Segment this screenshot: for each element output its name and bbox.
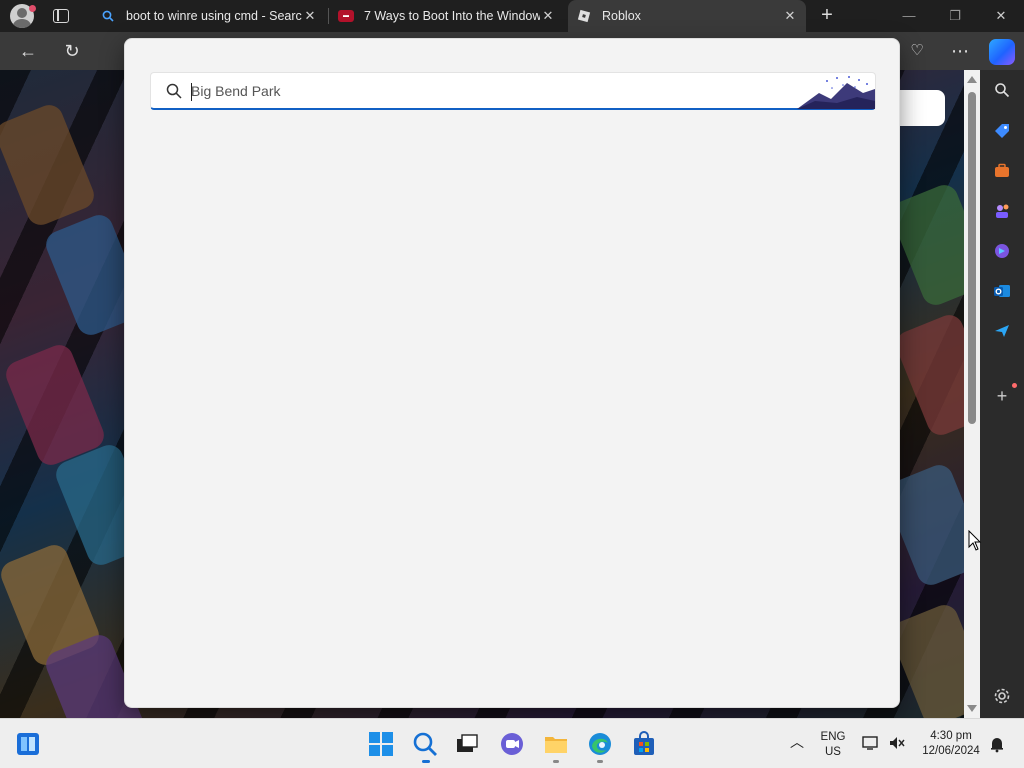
windows-search-flyout	[124, 38, 900, 708]
more-options-icon[interactable]: ⋯	[946, 37, 974, 65]
send-icon[interactable]	[992, 322, 1012, 342]
scroll-up-arrow-icon[interactable]	[967, 76, 977, 83]
language-label: ENG	[820, 731, 846, 743]
network-icon[interactable]	[862, 735, 880, 756]
input-language[interactable]: ENG US	[816, 730, 850, 760]
search-icon	[166, 83, 182, 99]
task-view-icon[interactable]	[454, 731, 480, 757]
search-box[interactable]	[150, 72, 876, 110]
file-explorer-icon[interactable]	[543, 731, 569, 757]
taskbar: ︿ ENG US 4:30 pm 12/06/2024	[0, 718, 1024, 768]
running-indicator	[597, 760, 603, 763]
tab-title: Roblox	[602, 9, 641, 23]
scroll-thumb[interactable]	[968, 92, 976, 424]
copilot-sidebar-icon[interactable]	[992, 242, 1012, 262]
notifications-bell-icon[interactable]	[988, 735, 1006, 758]
tab-actions-icon[interactable]	[53, 9, 69, 23]
edge-icon[interactable]	[587, 731, 613, 757]
profile-notification-dot	[29, 5, 36, 12]
tools-briefcase-icon[interactable]	[992, 162, 1012, 182]
page-scrollbar[interactable]	[964, 70, 980, 718]
widgets-icon[interactable]	[16, 732, 40, 756]
clock-date: 12/06/2024	[922, 745, 980, 757]
refresh-icon[interactable]: ↻	[58, 37, 86, 65]
new-tab-button[interactable]: +	[815, 4, 839, 28]
active-indicator	[422, 760, 430, 763]
close-window-button[interactable]: ✕	[978, 0, 1024, 32]
games-icon[interactable]	[992, 202, 1012, 222]
tab-article[interactable]: ▬ 7 Ways to Boot Into the Windows ✕	[330, 0, 564, 32]
back-icon[interactable]: ←	[14, 37, 42, 65]
sidebar-search-icon[interactable]	[992, 82, 1012, 102]
sidebar-settings-icon[interactable]	[992, 687, 1012, 707]
tab-separator	[328, 8, 329, 24]
store-icon[interactable]	[631, 731, 657, 757]
shopping-tag-icon[interactable]	[992, 122, 1012, 142]
add-sidebar-icon[interactable]: +	[992, 386, 1012, 406]
browser-essentials-icon[interactable]: ♡	[903, 37, 931, 65]
clock[interactable]: 4:30 pm 12/06/2024	[916, 729, 986, 759]
site-icon: ▬	[338, 10, 354, 22]
tab-title: 7 Ways to Boot Into the Windows	[364, 9, 540, 23]
roblox-icon	[576, 8, 592, 24]
search-highlight-image[interactable]	[797, 73, 875, 109]
text-caret	[191, 83, 192, 101]
taskbar-search-icon[interactable]	[412, 731, 438, 757]
outlook-icon[interactable]	[992, 282, 1012, 302]
tab-search[interactable]: boot to winre using cmd - Search ✕	[92, 0, 326, 32]
chat-icon[interactable]	[499, 731, 525, 757]
game-thumbnail	[0, 100, 99, 230]
restore-button[interactable]: ❐	[932, 0, 978, 32]
tab-close-button[interactable]: ✕	[302, 8, 318, 24]
minimize-button[interactable]: —	[886, 0, 932, 32]
region-label: US	[825, 746, 841, 758]
search-icon	[100, 8, 116, 24]
volume-muted-icon[interactable]	[888, 735, 906, 756]
mouse-cursor-icon	[968, 530, 982, 551]
tab-title: boot to winre using cmd - Search	[126, 9, 302, 23]
tab-roblox[interactable]: Roblox ✕	[568, 0, 806, 32]
show-hidden-icons-chevron-icon[interactable]: ︿	[790, 735, 804, 750]
search-input[interactable]	[191, 73, 791, 109]
page-search-field[interactable]	[893, 90, 945, 126]
tab-close-button[interactable]: ✕	[782, 8, 798, 24]
edge-sidebar: +	[980, 70, 1024, 718]
clock-time: 4:30 pm	[930, 730, 972, 742]
scroll-down-arrow-icon[interactable]	[967, 705, 977, 712]
notification-dot	[1012, 383, 1017, 388]
copilot-icon[interactable]	[989, 39, 1015, 65]
running-indicator	[553, 760, 559, 763]
tab-close-button[interactable]: ✕	[540, 8, 556, 24]
start-icon[interactable]	[368, 731, 394, 757]
